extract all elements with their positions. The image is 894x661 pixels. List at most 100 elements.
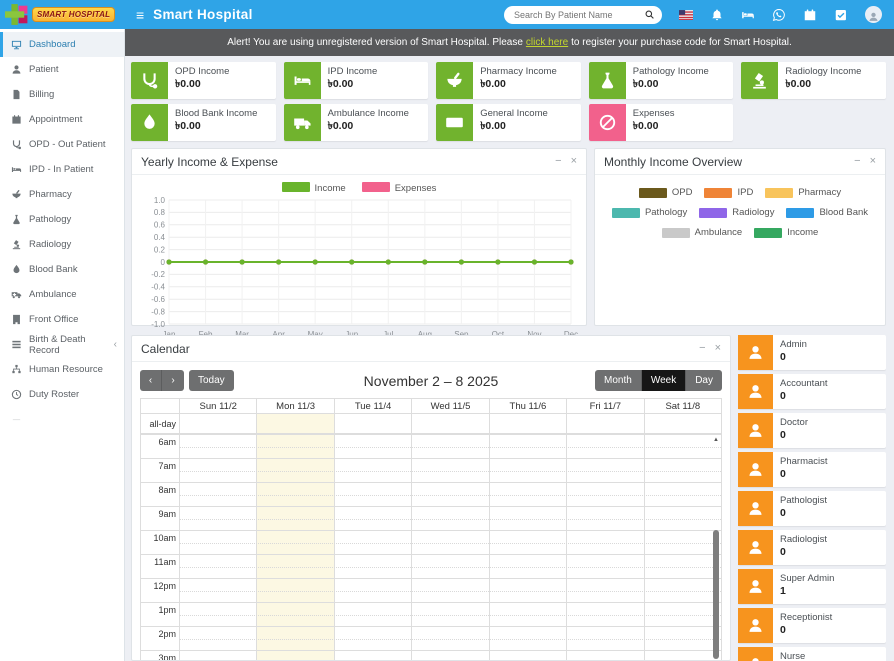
calendar-slot-cell[interactable] [179, 531, 256, 554]
calendar-slot-cell[interactable] [256, 603, 333, 626]
patient-search[interactable] [504, 6, 662, 24]
calendar-slot-cell[interactable] [644, 555, 721, 578]
bell-icon[interactable] [710, 8, 724, 22]
calendar-slot-cell[interactable] [489, 507, 566, 530]
close-icon[interactable]: × [571, 156, 577, 167]
calendar-slot-cell[interactable] [644, 435, 721, 458]
calendar-slot-cell[interactable] [411, 627, 488, 650]
sidebar-item-ipd[interactable]: IPD - In Patient [0, 157, 124, 182]
allday-cell[interactable] [644, 414, 721, 433]
calendar-slot-cell[interactable] [411, 579, 488, 602]
calendar-slot-cell[interactable] [566, 531, 643, 554]
calendar-slot-cell[interactable] [644, 507, 721, 530]
calendar-next-button[interactable]: › [162, 370, 184, 391]
hamburger-menu-icon[interactable]: ≡ [136, 8, 144, 22]
minimize-icon[interactable]: − [854, 156, 860, 167]
calendar-slot-cell[interactable] [334, 507, 411, 530]
calendar-slot-cell[interactable] [179, 483, 256, 506]
calendar-slot-cell[interactable] [334, 459, 411, 482]
sidebar-item-human-resource[interactable]: Human Resource [0, 357, 124, 382]
calendar-slot-cell[interactable] [489, 579, 566, 602]
calendar-slot-cell[interactable] [489, 555, 566, 578]
allday-cell[interactable] [411, 414, 488, 433]
calendar-slot-cell[interactable] [179, 459, 256, 482]
calendar-today-button[interactable]: Today [189, 370, 234, 391]
click-here-link[interactable]: click here [526, 37, 568, 48]
tasks-check-icon[interactable] [834, 8, 848, 22]
calendar-slot-cell[interactable] [644, 531, 721, 554]
calendar-slot-cell[interactable] [644, 459, 721, 482]
calendar-slot-cell[interactable] [566, 555, 643, 578]
calendar-scrollbar[interactable]: ▲ [712, 435, 721, 660]
close-icon[interactable]: × [715, 343, 721, 354]
search-icon[interactable] [644, 9, 655, 20]
allday-cell[interactable] [334, 414, 411, 433]
calendar-slot-cell[interactable] [566, 627, 643, 650]
sidebar-item-opd[interactable]: OPD - Out Patient [0, 132, 124, 157]
calendar-slot-cell[interactable] [334, 555, 411, 578]
calendar-slot-cell[interactable] [334, 603, 411, 626]
calendar-slot-cell[interactable] [256, 579, 333, 602]
calendar-slot-cell[interactable] [179, 579, 256, 602]
calendar-slot-cell[interactable] [256, 435, 333, 458]
scrollbar-thumb[interactable] [713, 530, 719, 660]
allday-cell[interactable] [566, 414, 643, 433]
calendar-slot-cell[interactable] [411, 507, 488, 530]
calendar-prev-button[interactable]: ‹ [140, 370, 162, 391]
sidebar-item-blood-bank[interactable]: Blood Bank [0, 257, 124, 282]
calendar-slot-cell[interactable] [256, 531, 333, 554]
allday-cell[interactable] [489, 414, 566, 433]
calendar-slot-cell[interactable] [411, 435, 488, 458]
calendar-slot-cell[interactable] [411, 531, 488, 554]
calendar-slot-cell[interactable] [411, 603, 488, 626]
search-input[interactable] [514, 10, 644, 20]
sidebar-item-radiology[interactable]: Radiology [0, 232, 124, 257]
calendar-slot-cell[interactable] [566, 651, 643, 660]
calendar-slot-cell[interactable] [566, 435, 643, 458]
sidebar-item-duty-roster[interactable]: Duty Roster [0, 382, 124, 407]
sidebar-item-patient[interactable]: Patient [0, 57, 124, 82]
calendar-slot-cell[interactable] [489, 651, 566, 660]
calendar-slot-cell[interactable] [411, 555, 488, 578]
calendar-slot-cell[interactable] [566, 483, 643, 506]
calendar-slot-cell[interactable] [256, 507, 333, 530]
calendar-slot-cell[interactable] [179, 507, 256, 530]
allday-cell[interactable] [256, 414, 333, 433]
calendar-slot-cell[interactable] [179, 627, 256, 650]
calendar-slot-cell[interactable] [566, 603, 643, 626]
allday-cell[interactable] [179, 414, 256, 433]
calendar-slot-cell[interactable] [179, 555, 256, 578]
calendar-slot-cell[interactable] [489, 435, 566, 458]
sidebar-item-front-office[interactable]: Front Office [0, 307, 124, 332]
calendar-slot-cell[interactable] [411, 483, 488, 506]
calendar-slot-cell[interactable] [179, 435, 256, 458]
bed-icon[interactable] [741, 8, 755, 22]
calendar-slot-cell[interactable] [644, 627, 721, 650]
us-flag-icon[interactable] [679, 8, 693, 22]
calendar-slot-cell[interactable] [411, 459, 488, 482]
calendar-slot-cell[interactable] [256, 483, 333, 506]
sidebar-item-ambulance[interactable]: Ambulance [0, 282, 124, 307]
sidebar-item-dashboard[interactable]: Dashboard [0, 32, 124, 57]
calendar-slot-cell[interactable] [566, 507, 643, 530]
sidebar-item-appointment[interactable]: Appointment [0, 107, 124, 132]
minimize-icon[interactable]: − [555, 156, 561, 167]
calendar-slot-cell[interactable] [489, 531, 566, 554]
brand-logo[interactable]: SMART HOSPITAL [0, 0, 125, 29]
calendar-slot-cell[interactable] [256, 651, 333, 660]
calendar-view-month-button[interactable]: Month [595, 370, 642, 391]
calendar-slot-cell[interactable] [566, 459, 643, 482]
sidebar-item-billing[interactable]: Billing [0, 82, 124, 107]
calendar-view-day-button[interactable]: Day [686, 370, 722, 391]
user-avatar[interactable] [865, 6, 882, 23]
sidebar-item-pharmacy[interactable]: Pharmacy [0, 182, 124, 207]
sidebar-item-pathology[interactable]: Pathology [0, 207, 124, 232]
calendar-slot-cell[interactable] [489, 627, 566, 650]
calendar-slot-cell[interactable] [256, 459, 333, 482]
scroll-up-arrow-icon[interactable]: ▲ [713, 437, 719, 443]
sidebar-item-partial[interactable] [0, 407, 124, 432]
calendar-slot-cell[interactable] [644, 579, 721, 602]
minimize-icon[interactable]: − [699, 343, 705, 354]
calendar-slot-cell[interactable] [334, 435, 411, 458]
calendar-slot-cell[interactable] [644, 483, 721, 506]
